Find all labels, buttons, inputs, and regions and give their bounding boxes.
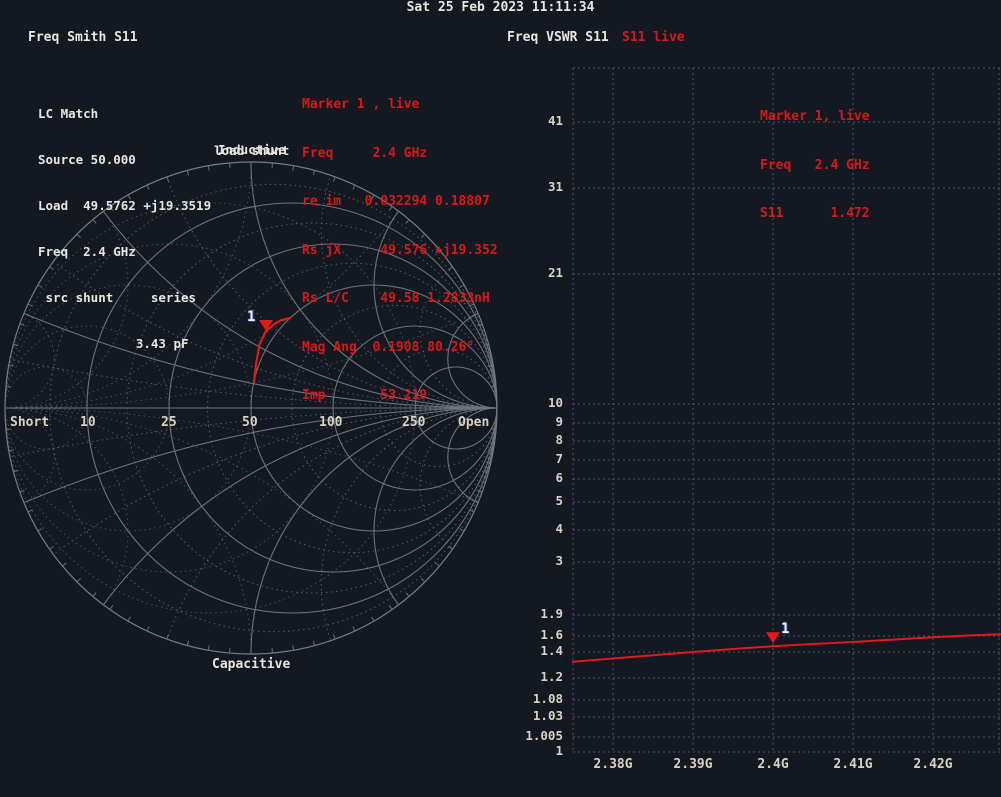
smith-axis-label-short: Short xyxy=(10,415,50,430)
vswr-x-tick-2.38G: 2.38G xyxy=(593,757,633,772)
vswr-x-tick-2.42G: 2.42G xyxy=(913,757,953,772)
capacitive-region-label: Capacitive xyxy=(212,657,291,672)
vswr-y-tick-1.2: 1.2 xyxy=(540,669,563,684)
vswr-y-tick-8: 8 xyxy=(555,432,563,447)
lc-match-readout: LC Match Source 50.000 Load 49.5762 +j19… xyxy=(38,76,211,382)
vswr-y-tick-1.08: 1.08 xyxy=(532,691,563,706)
readout-line: Freq 2.4 GHz xyxy=(760,157,870,173)
smith-marker-1-label[interactable]: 1 xyxy=(247,309,255,325)
readout-line: Rs L/C 49.58 1.2833nH xyxy=(302,291,490,306)
smith-axis-label-10: 10 xyxy=(80,415,96,430)
smith-axis-label-100: 100 xyxy=(319,415,343,430)
readout-line: Freq 2.4 GHz xyxy=(302,145,428,161)
inductive-region-label: Inductive xyxy=(218,142,286,157)
lc-match-load: Load 49.5762 +j19.3519 xyxy=(38,198,212,213)
vswr-y-tick-1.6: 1.6 xyxy=(540,627,563,642)
vswr-y-tick-1: 1 xyxy=(555,743,563,758)
vswr-x-tick-2.39G: 2.39G xyxy=(673,757,713,772)
smith-axis-label-50: 50 xyxy=(242,415,258,430)
vswr-y-tick-5: 5 xyxy=(555,493,563,508)
smith-axis-label-25: 25 xyxy=(161,415,177,430)
s11-live-trace-button[interactable]: S11 live xyxy=(622,30,685,45)
readout-line: Marker 1, live xyxy=(760,109,870,124)
readout-line: re im 0.032294 0.18807 xyxy=(302,194,490,209)
readout-line: Imp 53.219 xyxy=(302,388,428,403)
vswr-y-tick-21: 21 xyxy=(547,265,563,280)
vswr-y-tick-3: 3 xyxy=(555,553,563,568)
vswr-y-tick-31: 31 xyxy=(547,179,563,194)
lc-match-freq: Freq 2.4 GHz xyxy=(38,244,136,259)
vswr-x-tick-2.4G: 2.4G xyxy=(757,757,789,772)
readout-line: S11 1.472 xyxy=(760,206,870,221)
smith-s11-trace[interactable] xyxy=(252,316,292,383)
vswr-y-tick-10: 10 xyxy=(547,395,563,410)
vswr-x-tick-2.41G: 2.41G xyxy=(833,757,873,772)
readout-line: Rs jX 49.576 +j19.352 xyxy=(302,242,498,258)
lc-match-source: Source 50.000 xyxy=(38,152,136,167)
smith-axis-label-250: 250 xyxy=(402,415,426,430)
vswr-y-tick-1.4: 1.4 xyxy=(540,643,563,658)
vswr-y-tick-4: 4 xyxy=(555,521,563,536)
lc-match-columns: src shunt series xyxy=(38,290,197,305)
vswr-y-tick-6: 6 xyxy=(555,470,563,485)
vswr-s11-trace[interactable] xyxy=(572,633,1001,663)
vswr-y-tick-1.9: 1.9 xyxy=(540,606,563,621)
vswr-marker-readout: Marker 1, live Freq 2.4 GHz S11 1.472 xyxy=(760,78,870,254)
readout-line: Mag Ang 0.1908 80.26° xyxy=(302,339,475,355)
vswr-marker-1-triangle[interactable] xyxy=(766,632,780,644)
vswr-y-tick-7: 7 xyxy=(555,451,563,466)
smith-marker-1-triangle[interactable] xyxy=(259,320,274,332)
vswr-y-tick-1.03: 1.03 xyxy=(532,708,563,723)
smith-marker-readout: Marker 1 , live Freq 2.4 GHz re im 0.032… xyxy=(302,66,498,436)
vswr-y-tick-1.005: 1.005 xyxy=(525,728,563,743)
smith-chart-title-button[interactable]: Freq Smith S11 xyxy=(28,30,138,45)
lc-match-series-value: 3.43 pF xyxy=(38,336,189,351)
smith-axis-label-open: Open xyxy=(458,415,490,430)
vswr-marker-1-label[interactable]: 1 xyxy=(781,621,789,637)
vswr-y-tick-41: 41 xyxy=(547,113,563,128)
lc-match-title: LC Match xyxy=(38,106,99,121)
vswr-y-tick-9: 9 xyxy=(555,414,563,429)
vswr-chart-title-button[interactable]: Freq VSWR S11 xyxy=(507,30,609,45)
readout-line: Marker 1 , live xyxy=(302,97,420,112)
datetime-label: Sat 25 Feb 2023 11:11:34 xyxy=(406,0,595,15)
app-window: Sat 25 Feb 2023 11:11:34 Freq Smith S11 … xyxy=(0,0,1001,797)
